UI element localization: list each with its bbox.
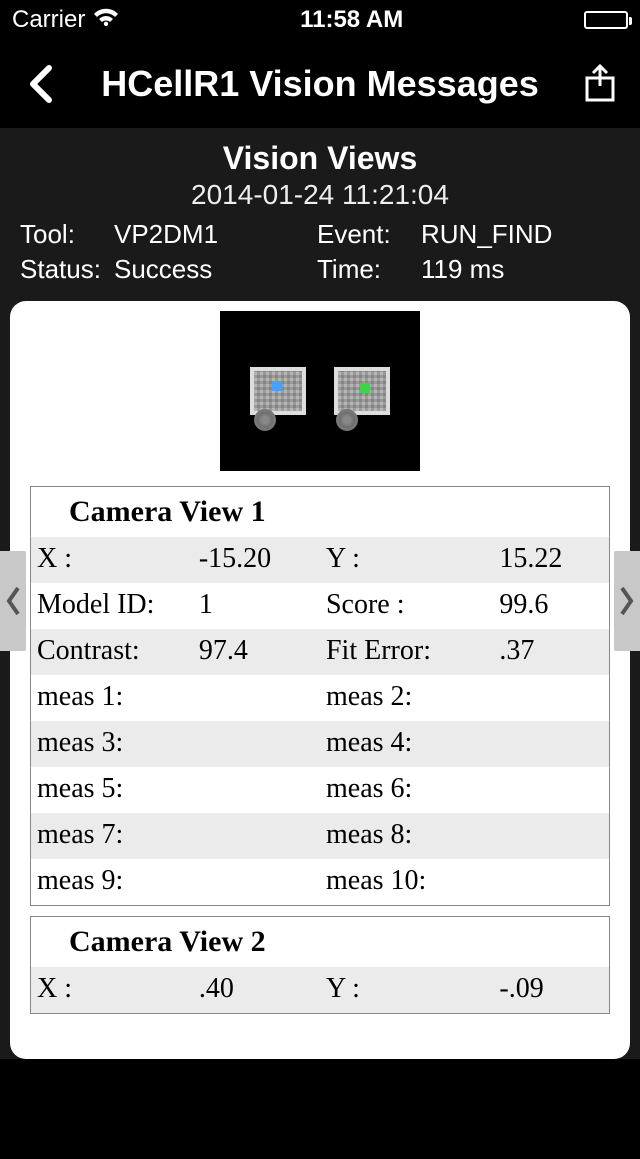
header-panel: Vision Views 2014-01-24 11:21:04 Tool: V… <box>0 128 640 301</box>
next-page-button[interactable] <box>614 551 640 651</box>
back-button[interactable] <box>18 62 62 106</box>
cell-value <box>193 813 320 859</box>
camera-view-table: Camera View 1X :-15.20Y :15.22 Model ID:1… <box>30 486 610 906</box>
status-value: Success <box>114 252 313 287</box>
battery-icon <box>584 11 628 29</box>
cell-label: Model ID: <box>31 583 193 629</box>
prev-page-button[interactable] <box>0 551 26 651</box>
cell-value <box>493 675 609 721</box>
cell-value <box>193 767 320 813</box>
cell-label: meas 7: <box>31 813 193 859</box>
cell-value <box>193 675 320 721</box>
cell-label: meas 2: <box>320 675 493 721</box>
data-grid: X :-15.20Y :15.22 Model ID:1Score :99.6 Co… <box>31 537 609 905</box>
cell-value: .40 <box>193 967 320 1013</box>
cell-value: 1 <box>193 583 320 629</box>
cell-value: .37 <box>493 629 609 675</box>
cell-label: Score : <box>320 583 493 629</box>
cell-label: meas 9: <box>31 859 193 905</box>
header-timestamp: 2014-01-24 11:21:04 <box>20 179 620 211</box>
content-card: Camera View 1X :-15.20Y :15.22Model ID:1… <box>10 301 630 1059</box>
cell-value: 15.22 <box>493 537 609 583</box>
cell-label: meas 10: <box>320 859 493 905</box>
cell-label: Y : <box>320 967 493 1013</box>
data-grid: X :.40Y :-.09 <box>31 967 609 1013</box>
status-bar: Carrier 11:58 AM <box>0 0 640 40</box>
cell-value: -.09 <box>493 967 609 1013</box>
event-label: Event: <box>317 217 417 252</box>
cell-label: meas 4: <box>320 721 493 767</box>
event-value: RUN_FIND <box>421 217 620 252</box>
wifi-icon <box>93 6 119 34</box>
status-label: Status: <box>20 252 110 287</box>
header-title: Vision Views <box>20 140 620 177</box>
content-area: Camera View 1X :-15.20Y :15.22Model ID:1… <box>0 301 640 1059</box>
cell-label: X : <box>31 967 193 1013</box>
cell-label: X : <box>31 537 193 583</box>
cell-value <box>193 859 320 905</box>
nav-bar: HCellR1 Vision Messages <box>0 40 640 128</box>
table-title: Camera View 1 <box>31 487 609 537</box>
cell-label: Fit Error: <box>320 629 493 675</box>
tool-label: Tool: <box>20 217 110 252</box>
cell-value: 99.6 <box>493 583 609 629</box>
cell-label: meas 3: <box>31 721 193 767</box>
cell-label: meas 8: <box>320 813 493 859</box>
cell-label: meas 5: <box>31 767 193 813</box>
cell-value <box>493 721 609 767</box>
cell-value: 97.4 <box>193 629 320 675</box>
camera-preview-image <box>220 311 420 471</box>
time-label: Time: <box>317 252 417 287</box>
bottom-bar <box>0 1059 640 1159</box>
table-title: Camera View 2 <box>31 917 609 967</box>
cell-value <box>493 859 609 905</box>
cell-label: meas 6: <box>320 767 493 813</box>
cell-label: Contrast: <box>31 629 193 675</box>
cell-value <box>193 721 320 767</box>
cell-value <box>493 767 609 813</box>
tool-value: VP2DM1 <box>114 217 313 252</box>
carrier-text: Carrier <box>12 6 85 34</box>
time-value: 119 ms <box>421 252 620 287</box>
page-title: HCellR1 Vision Messages <box>62 63 578 105</box>
camera-view-table: Camera View 2X :.40Y :-.09 <box>30 916 610 1014</box>
cell-label: meas 1: <box>31 675 193 721</box>
cell-value: -15.20 <box>193 537 320 583</box>
share-button[interactable] <box>578 62 622 106</box>
cell-label: Y : <box>320 537 493 583</box>
status-time: 11:58 AM <box>300 6 403 34</box>
cell-value <box>493 813 609 859</box>
